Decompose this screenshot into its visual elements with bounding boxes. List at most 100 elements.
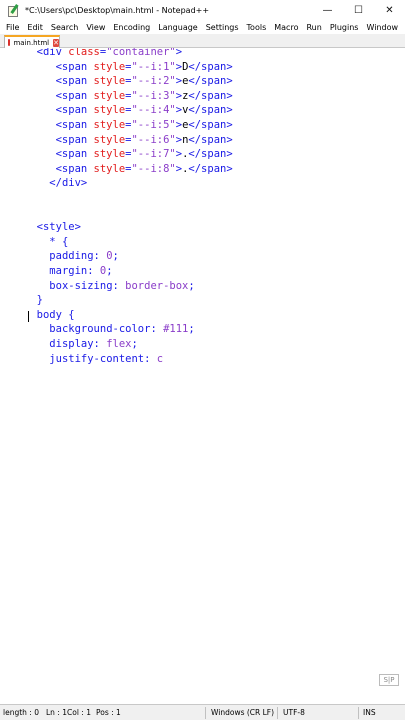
code-token: style (87, 60, 126, 73)
code-token: <span (55, 104, 88, 117)
title-bar: *C:\Users\pc\Desktop\main.html - Notepad… (0, 0, 405, 21)
code-token: ; (131, 338, 138, 350)
code-token: border-box (125, 279, 189, 292)
close-button[interactable]: ✕ (374, 0, 405, 21)
code-token: style (87, 148, 126, 161)
code-token: box-sizing: (49, 279, 126, 292)
status-encoding[interactable]: UTF-8 (283, 705, 305, 720)
code-line: <span style="--i:6">n</span> (24, 133, 233, 148)
code-token: display: (49, 338, 107, 350)
code-line: box-sizing: border-box; (24, 279, 195, 294)
code-token: body { (36, 308, 75, 321)
code-token: > (175, 48, 183, 58)
code-token: ; (106, 265, 113, 277)
menu-settings[interactable]: Settings (202, 23, 243, 32)
status-line: Ln : 1 (46, 708, 67, 717)
code-editor[interactable]: <div class="container"> <span style="--i… (0, 48, 405, 704)
menu-macro[interactable]: Macro (270, 23, 302, 32)
code-line: display: flex; (24, 337, 138, 352)
code-line: <span style="--i:8">.</span> (24, 162, 233, 177)
code-token: <style> (36, 221, 81, 234)
status-eol[interactable]: Windows (CR LF) (211, 705, 274, 720)
code-line: <span style="--i:2">e</span> (24, 74, 233, 89)
status-insert-mode[interactable]: INS (363, 705, 376, 720)
menu-bar: File Edit Search View Encoding Language … (0, 21, 405, 34)
menu-edit[interactable]: Edit (23, 23, 47, 32)
menu-encoding[interactable]: Encoding (109, 23, 154, 32)
code-token: </span> (188, 133, 233, 146)
code-token: <span (55, 89, 88, 102)
menu-run[interactable]: Run (302, 23, 325, 32)
code-token: "container" (106, 48, 176, 58)
unsaved-file-icon (8, 39, 11, 46)
code-token: </span> (188, 148, 233, 161)
code-token: "--i:7" (131, 148, 176, 161)
status-divider (277, 707, 278, 719)
code-token: <span (55, 133, 88, 146)
code-token: style (87, 104, 126, 117)
code-token: c (156, 352, 164, 365)
code-token: style (87, 75, 126, 88)
code-token: class (61, 48, 100, 58)
code-line: padding: 0; (24, 249, 119, 264)
code-token: <span (55, 148, 88, 161)
code-token: </span> (188, 162, 233, 175)
code-token: flex (106, 338, 132, 350)
code-line: </div> (24, 176, 87, 191)
code-token: ; (112, 250, 119, 263)
code-token: "--i:2" (131, 75, 176, 88)
code-token: <span (55, 75, 88, 88)
code-token: "--i:5" (131, 119, 176, 131)
status-column: Col : 1 (67, 708, 91, 717)
menu-language[interactable]: Language (154, 23, 201, 32)
menu-view[interactable]: View (82, 23, 109, 32)
code-token: style (87, 89, 126, 102)
code-token: <span (55, 119, 88, 131)
menu-plugins[interactable]: Plugins (326, 23, 363, 32)
status-divider (358, 707, 359, 719)
text-caret (28, 311, 29, 322)
code-token: "--i:8" (131, 162, 176, 175)
code-token: margin: (49, 265, 100, 277)
code-token: <span (55, 60, 88, 73)
code-token: </span> (188, 60, 233, 73)
code-line: <span style="--i:3">z</span> (24, 89, 233, 104)
menu-search[interactable]: Search (47, 23, 82, 32)
code-line: <span style="--i:1">D</span> (24, 60, 233, 75)
code-token: "--i:1" (131, 60, 176, 73)
menu-tools[interactable]: Tools (243, 23, 271, 32)
code-token: <span (55, 162, 88, 175)
tab-label: main.html (13, 38, 50, 47)
menu-window[interactable]: Window (362, 23, 402, 32)
code-token: </span> (188, 89, 233, 102)
code-token: </div> (49, 177, 88, 190)
code-token: </span> (188, 75, 233, 88)
code-line: } (24, 293, 43, 308)
code-line: margin: 0; (24, 264, 113, 279)
tab-bar: main.html ✕ (0, 34, 405, 48)
code-line: <div class="container"> (24, 48, 182, 60)
code-token: style (87, 162, 126, 175)
code-token: "--i:6" (131, 133, 176, 146)
code-token: ; (188, 279, 195, 292)
code-line: * { (24, 235, 68, 250)
menu-file[interactable]: File (0, 23, 23, 32)
code-token: background-color: (49, 323, 164, 336)
tab-main-html[interactable]: main.html ✕ (4, 35, 60, 48)
code-token: "--i:4" (131, 104, 176, 117)
code-token: <div (36, 48, 62, 58)
maximize-button[interactable]: ☐ (343, 0, 374, 21)
code-token: "--i:3" (131, 89, 176, 102)
code-token: style (87, 119, 126, 131)
window-title: *C:\Users\pc\Desktop\main.html - Notepad… (25, 6, 210, 15)
minimize-button[interactable]: — (312, 0, 343, 21)
status-position: Pos : 1 (96, 708, 121, 717)
code-line: <span style="--i:4">v</span> (24, 103, 233, 118)
code-line: body { (24, 308, 75, 323)
code-token: #111 (163, 323, 189, 336)
code-line: justify-content: c (24, 352, 163, 367)
status-divider (205, 707, 206, 719)
code-token: </span> (188, 104, 233, 117)
tab-close-icon[interactable]: ✕ (53, 38, 59, 47)
notepad-plus-plus-icon (8, 3, 20, 17)
